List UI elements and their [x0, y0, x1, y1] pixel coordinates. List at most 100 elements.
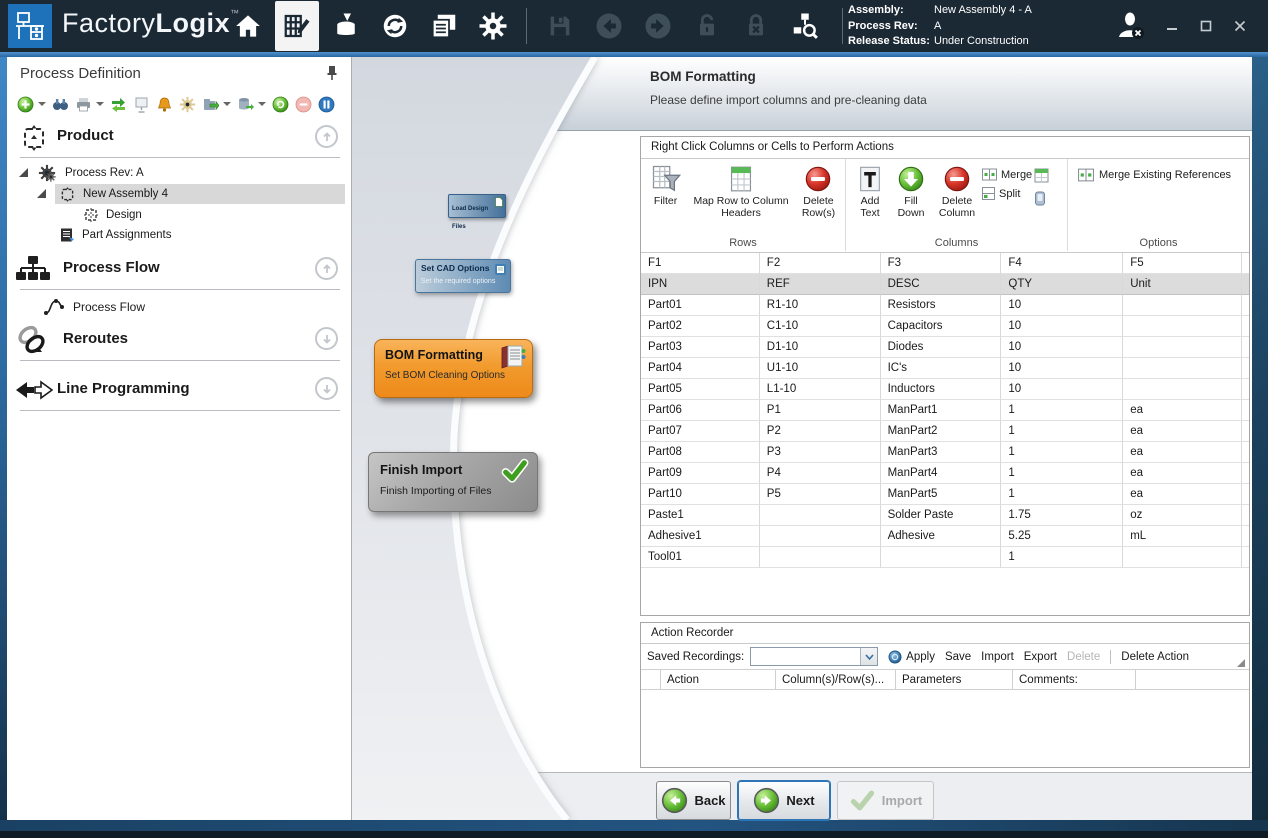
table-cell[interactable]: [1123, 379, 1242, 400]
back-nav-button-disabled[interactable]: [587, 4, 631, 48]
table-cell[interactable]: [1123, 316, 1242, 337]
process-search-button[interactable]: [783, 4, 827, 48]
table-cell[interactable]: 1: [1001, 421, 1123, 442]
table-cell[interactable]: IPN: [641, 274, 760, 295]
export-recording-button[interactable]: Export: [1024, 651, 1057, 663]
flow-step-finish-import[interactable]: Finish Import Finish Importing of Files: [368, 452, 538, 512]
expand-down-button[interactable]: [315, 327, 338, 350]
table-cell[interactable]: F1: [641, 253, 760, 274]
table-cell[interactable]: [760, 526, 881, 547]
add-dropdown-caret[interactable]: [38, 102, 46, 106]
table-cell[interactable]: mL: [1123, 526, 1242, 547]
table-cell[interactable]: 1: [1001, 400, 1123, 421]
table-cell[interactable]: 1: [1001, 442, 1123, 463]
section-product[interactable]: Product: [7, 121, 352, 155]
table-row[interactable]: Part10P5ManPart51ea: [641, 484, 1249, 505]
recorder-col-comments[interactable]: Comments:: [1013, 670, 1136, 690]
tree-item-process-rev[interactable]: Process Rev: A: [37, 163, 337, 183]
back-button[interactable]: Back: [656, 781, 731, 820]
merge-button[interactable]: Merge: [982, 168, 1032, 181]
table-cell[interactable]: R1-10: [760, 295, 881, 316]
table-row[interactable]: Part01R1-10Resistors10: [641, 295, 1249, 316]
table-cell[interactable]: F5: [1123, 253, 1242, 274]
table-cell[interactable]: ea: [1123, 484, 1242, 505]
flow-step-set-cad-options[interactable]: Set CAD Options Set the required options: [415, 259, 511, 293]
table-cell[interactable]: Adhesive1: [641, 526, 760, 547]
recorder-col-columns-rows[interactable]: Column(s)/Row(s)...: [776, 670, 896, 690]
table-row[interactable]: Part09P4ManPart41ea: [641, 463, 1249, 484]
table-cell[interactable]: D1-10: [760, 337, 881, 358]
table-cell[interactable]: F4: [1001, 253, 1123, 274]
table-cell[interactable]: P4: [760, 463, 881, 484]
section-process-flow[interactable]: Process Flow: [7, 253, 352, 287]
table-cell[interactable]: Tool01: [641, 547, 760, 568]
table-cell[interactable]: [1123, 547, 1242, 568]
maximize-button[interactable]: [1196, 16, 1216, 36]
table-cell[interactable]: P5: [760, 484, 881, 505]
table-row[interactable]: Part08P3ManPart31ea: [641, 442, 1249, 463]
table-cell[interactable]: F2: [760, 253, 881, 274]
table-cell[interactable]: 1: [1001, 484, 1123, 505]
next-button[interactable]: Next: [738, 781, 830, 820]
table-cell[interactable]: 5.25: [1001, 526, 1123, 547]
table-cell[interactable]: oz: [1123, 505, 1242, 526]
remove-circle-icon[interactable]: [295, 96, 312, 113]
table-row[interactable]: Adhesive1Adhesive5.25mL: [641, 526, 1249, 547]
table-cell[interactable]: Solder Paste: [881, 505, 1002, 526]
import-button-disabled[interactable]: Import: [837, 781, 934, 820]
section-line-programming[interactable]: Line Programming: [7, 373, 352, 407]
delete-rows-button[interactable]: Delete Row(s): [796, 162, 841, 221]
expander-expanded-icon[interactable]: [37, 189, 46, 198]
table-cell[interactable]: Part02: [641, 316, 760, 337]
table-cell[interactable]: IC's: [881, 358, 1002, 379]
add-text-button[interactable]: Add Text: [850, 162, 890, 221]
refresh-circle-icon[interactable]: [272, 96, 289, 113]
flow-step-load-design-files[interactable]: Load Design Files: [448, 194, 506, 218]
tree-item-process-flow[interactable]: Process Flow: [43, 295, 343, 319]
table-cell[interactable]: Part07: [641, 421, 760, 442]
table-cell[interactable]: ea: [1123, 442, 1242, 463]
table-cell[interactable]: 1.75: [1001, 505, 1123, 526]
combo-dropdown-button[interactable]: [860, 648, 877, 665]
split-button[interactable]: Split: [982, 187, 1032, 200]
table-row[interactable]: Part05L1-10Inductors10: [641, 379, 1249, 400]
table-cell[interactable]: Part08: [641, 442, 760, 463]
table-cell[interactable]: 1: [1001, 547, 1123, 568]
table-cell[interactable]: Part01: [641, 295, 760, 316]
tree-item-design[interactable]: Design: [83, 205, 343, 225]
section-reroutes[interactable]: Reroutes: [7, 323, 352, 357]
table-row[interactable]: Tool01 1: [641, 547, 1249, 568]
table-row[interactable]: Part03D1-10Diodes10: [641, 337, 1249, 358]
table-cell[interactable]: [760, 505, 881, 526]
export-package-icon[interactable]: [202, 96, 219, 113]
saved-recordings-combo[interactable]: [750, 647, 878, 666]
table-cell[interactable]: 1: [1001, 463, 1123, 484]
apply-button[interactable]: Apply: [906, 651, 935, 663]
settings-button[interactable]: [471, 4, 515, 48]
table-cell[interactable]: ea: [1123, 463, 1242, 484]
close-button[interactable]: [1230, 16, 1250, 36]
home-button[interactable]: [226, 4, 270, 48]
tree-item-new-assembly-selected[interactable]: New Assembly 4: [55, 184, 345, 204]
table-cell[interactable]: Inductors: [881, 379, 1002, 400]
database-delete-icon[interactable]: [237, 96, 254, 113]
table-cell[interactable]: 10: [1001, 358, 1123, 379]
save-button-disabled[interactable]: [538, 4, 582, 48]
gear-pale-icon[interactable]: [179, 96, 196, 113]
delete-column-button[interactable]: Delete Column: [932, 162, 982, 221]
add-icon[interactable]: [17, 96, 34, 113]
sync-button[interactable]: [373, 4, 417, 48]
table-cell[interactable]: F3: [881, 253, 1002, 274]
print-icon[interactable]: [75, 96, 92, 113]
table-cell[interactable]: ManPart5: [881, 484, 1002, 505]
table-cell[interactable]: [1123, 337, 1242, 358]
delete-recording-button-disabled[interactable]: Delete: [1067, 651, 1100, 663]
table-cell[interactable]: QTY: [1001, 274, 1123, 295]
fill-down-button[interactable]: Fill Down: [890, 162, 932, 221]
expand-down-button[interactable]: [315, 377, 338, 400]
table-cell[interactable]: ManPart1: [881, 400, 1002, 421]
exchange-arrows-icon[interactable]: [110, 96, 127, 113]
resize-grip[interactable]: [1237, 659, 1245, 667]
expander-expanded-icon[interactable]: [19, 168, 28, 177]
column-header-row[interactable]: F1F2F3F4F5: [641, 253, 1249, 274]
